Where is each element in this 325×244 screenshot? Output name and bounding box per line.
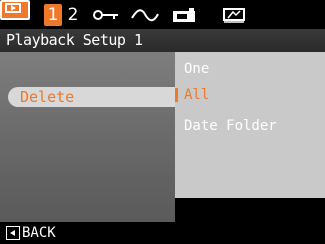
panel-footer-gap xyxy=(175,198,325,222)
print-icon[interactable] xyxy=(171,6,197,24)
page-title: Playback Setup 1 xyxy=(6,31,143,49)
menu-item-delete[interactable]: Delete xyxy=(0,85,176,109)
back-label: BACK xyxy=(22,225,56,241)
selection-cursor xyxy=(175,88,178,102)
menu-area: Delete One All Date Folder xyxy=(0,52,325,222)
option-all[interactable]: All xyxy=(184,87,209,104)
tab-page-2[interactable]: 2 xyxy=(64,4,82,26)
option-date-folder[interactable]: Date Folder xyxy=(184,118,277,135)
tab-playback[interactable] xyxy=(0,0,30,20)
option-one[interactable]: One xyxy=(184,61,209,78)
menu-item-label: Delete xyxy=(20,88,75,106)
key-icon[interactable] xyxy=(92,6,120,24)
camera-screen: 1 2 Playback Setup 1 Delete One All Date… xyxy=(0,0,325,244)
back-button[interactable]: BACK xyxy=(6,225,56,241)
bottom-bar: BACK xyxy=(0,222,325,244)
tab-bar: 1 2 xyxy=(0,0,325,29)
slideshow-icon[interactable] xyxy=(222,6,246,24)
wave-icon[interactable] xyxy=(130,6,160,24)
delete-options-panel: One All Date Folder xyxy=(175,52,325,222)
back-arrow-icon xyxy=(6,226,20,240)
play-triangle-icon xyxy=(11,5,16,11)
tab-page-1[interactable]: 1 xyxy=(44,4,62,26)
title-bar: Playback Setup 1 xyxy=(0,29,325,52)
